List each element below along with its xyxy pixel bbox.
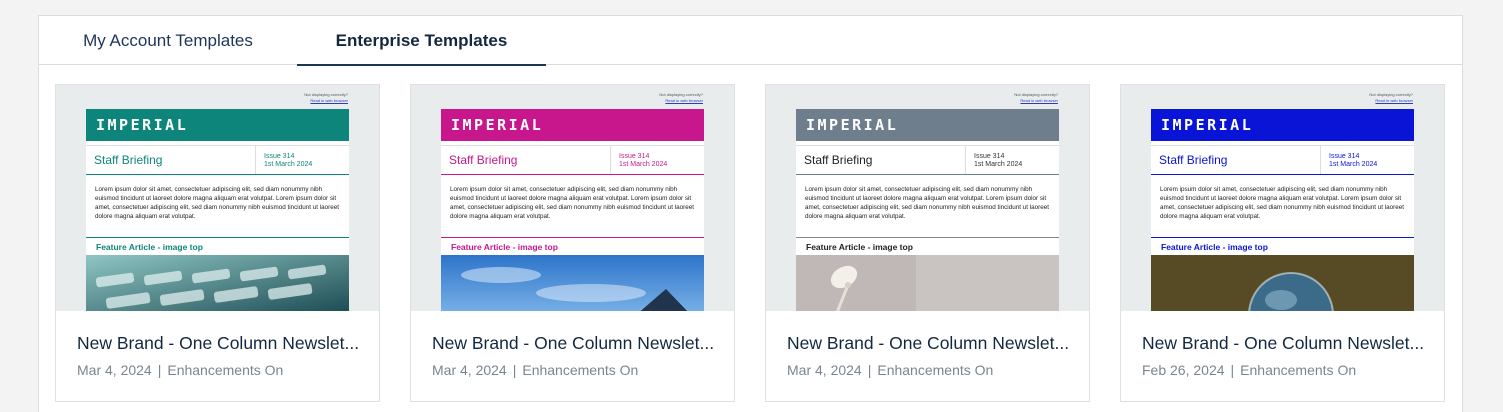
template-meta: Feb 26, 2024 | Enhancements On: [1142, 362, 1356, 378]
globe-photo: [1151, 255, 1414, 311]
template-title[interactable]: New Brand - One Column Newslet...: [1142, 333, 1432, 354]
template-preview: Not displaying correctly? Read in web br…: [766, 85, 1089, 311]
email-preview: IMPERIAL Staff Briefing Issue 314 1st Ma…: [796, 109, 1059, 311]
enhancements-status: Enhancements On: [167, 362, 284, 378]
brand-bar: IMPERIAL: [441, 109, 704, 141]
template-title[interactable]: New Brand - One Column Newslet...: [77, 333, 367, 354]
tab-enterprise-templates[interactable]: Enterprise Templates: [297, 16, 546, 66]
meta-separator: |: [157, 362, 162, 378]
template-preview: Not displaying correctly? Read in web br…: [1121, 85, 1444, 311]
template-meta: Mar 4, 2024 | Enhancements On: [787, 362, 993, 378]
template-preview: Not displaying correctly? Read in web br…: [411, 85, 734, 311]
template-date: Mar 4, 2024: [787, 362, 862, 378]
meta-separator: |: [1230, 362, 1235, 378]
brand-bar: IMPERIAL: [86, 109, 349, 141]
template-date: Mar 4, 2024: [432, 362, 507, 378]
template-preview: Not displaying correctly? Read in web br…: [56, 85, 379, 311]
email-header: Staff Briefing Issue 314 1st March 2024: [796, 145, 1059, 175]
template-card[interactable]: Not displaying correctly? Read in web br…: [1120, 84, 1445, 402]
feature-heading: Feature Article - image top: [1151, 237, 1414, 255]
email-preview: IMPERIAL Staff Briefing Issue 314 1st Ma…: [441, 109, 704, 311]
brand-bar: IMPERIAL: [796, 109, 1059, 141]
email-body: Lorem ipsum dolor sit amet, consectetuer…: [805, 186, 1049, 220]
issue-info: Issue 314 1st March 2024: [1329, 153, 1378, 168]
not-displaying-note: Not displaying correctly? Read in web br…: [1369, 92, 1413, 103]
issue-info: Issue 314 1st March 2024: [619, 153, 668, 168]
template-meta: Mar 4, 2024 | Enhancements On: [432, 362, 638, 378]
template-date: Feb 26, 2024: [1142, 362, 1225, 378]
tab-my-account-templates[interactable]: My Account Templates: [39, 16, 297, 65]
template-card[interactable]: Not displaying correctly? Read in web br…: [55, 84, 380, 402]
email-preview: IMPERIAL Staff Briefing Issue 314 1st Ma…: [1151, 109, 1414, 311]
template-tabs: My Account Templates Enterprise Template…: [39, 16, 1462, 66]
email-body: Lorem ipsum dolor sit amet, consectetuer…: [450, 186, 694, 220]
not-displaying-note: Not displaying correctly? Read in web br…: [1014, 92, 1058, 103]
email-heading: Staff Briefing: [1151, 146, 1321, 174]
email-heading: Staff Briefing: [796, 146, 966, 174]
template-date: Mar 4, 2024: [77, 362, 152, 378]
feature-heading: Feature Article - image top: [86, 237, 349, 255]
brand-bar: IMPERIAL: [1151, 109, 1414, 141]
issue-info: Issue 314 1st March 2024: [264, 153, 313, 168]
email-header: Staff Briefing Issue 314 1st March 2024: [1151, 145, 1414, 175]
email-body: Lorem ipsum dolor sit amet, consectetuer…: [1160, 186, 1404, 220]
email-header: Staff Briefing Issue 314 1st March 2024: [86, 145, 349, 175]
not-displaying-note: Not displaying correctly? Read in web br…: [659, 92, 703, 103]
email-header: Staff Briefing Issue 314 1st March 2024: [441, 145, 704, 175]
feature-heading: Feature Article - image top: [796, 237, 1059, 255]
template-meta: Mar 4, 2024 | Enhancements On: [77, 362, 283, 378]
template-title[interactable]: New Brand - One Column Newslet...: [432, 333, 722, 354]
email-heading: Staff Briefing: [441, 146, 611, 174]
email-heading: Staff Briefing: [86, 146, 256, 174]
template-card[interactable]: Not displaying correctly? Read in web br…: [410, 84, 735, 402]
email-preview: IMPERIAL Staff Briefing Issue 314 1st Ma…: [86, 109, 349, 311]
not-displaying-note: Not displaying correctly? Read in web br…: [304, 92, 348, 103]
meta-separator: |: [512, 362, 517, 378]
email-body: Lorem ipsum dolor sit amet, consectetuer…: [95, 186, 339, 220]
keyboard-photo: [86, 255, 349, 311]
enhancements-status: Enhancements On: [877, 362, 994, 378]
enhancements-status: Enhancements On: [522, 362, 639, 378]
meta-separator: |: [867, 362, 872, 378]
enhancements-status: Enhancements On: [1240, 362, 1357, 378]
issue-info: Issue 314 1st March 2024: [974, 153, 1023, 168]
lamp-photo: [796, 255, 1059, 311]
template-title[interactable]: New Brand - One Column Newslet...: [787, 333, 1077, 354]
sky-photo: [441, 255, 704, 311]
feature-heading: Feature Article - image top: [441, 237, 704, 255]
template-card[interactable]: Not displaying correctly? Read in web br…: [765, 84, 1090, 402]
